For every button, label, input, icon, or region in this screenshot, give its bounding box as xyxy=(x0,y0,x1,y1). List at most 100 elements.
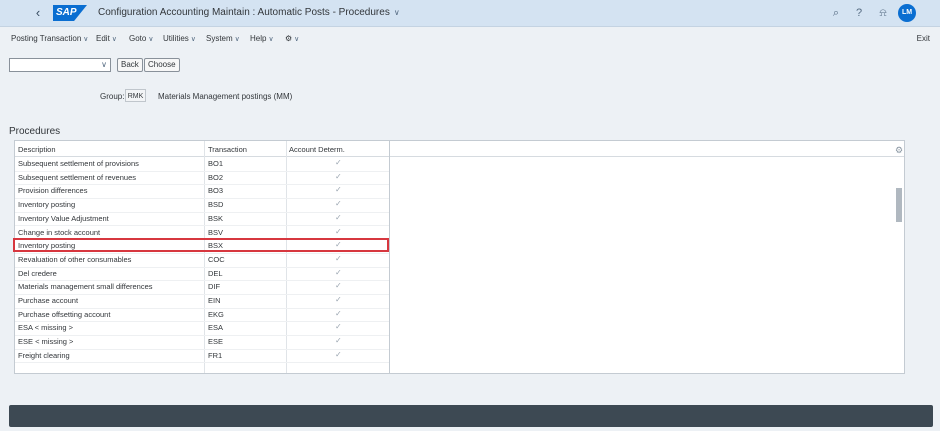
menu-utilities[interactable]: Utilities ∨ xyxy=(163,34,196,43)
checkbox-checked-icon[interactable]: ✓ xyxy=(335,254,342,263)
table-row[interactable]: Freight clearing FR1 ✓ xyxy=(15,349,389,364)
menu-label: Utilities xyxy=(163,34,189,43)
checkbox-checked-icon[interactable]: ✓ xyxy=(335,281,342,290)
table-row[interactable]: Purchase offsetting account EKG ✓ xyxy=(15,308,389,323)
menu-label: System xyxy=(206,34,233,43)
section-title: Procedures xyxy=(9,126,61,137)
cell-transaction: BO3 xyxy=(208,186,224,196)
cell-transaction: BO1 xyxy=(208,159,224,168)
exit-button[interactable]: Exit xyxy=(917,34,930,43)
cell-description: Inventory posting xyxy=(18,200,76,210)
table-row[interactable]: ESA < missing > ESA ✓ xyxy=(15,321,389,337)
highlight-box xyxy=(13,238,389,253)
table-row[interactable]: Revaluation of other consumables COC ✓ xyxy=(15,253,389,268)
checkbox-checked-icon[interactable]: ✓ xyxy=(335,268,342,277)
notification-bell-icon[interactable]: ⍾ xyxy=(876,6,890,20)
menu-edit[interactable]: Edit ∨ xyxy=(96,34,117,43)
table-row[interactable]: Provision differences BO3 ✓ xyxy=(15,184,389,200)
column-header-description[interactable]: Description xyxy=(18,145,56,154)
group-field[interactable]: RMK xyxy=(125,89,146,102)
cell-description: Revaluation of other consumables xyxy=(18,254,132,264)
choose-button[interactable]: Choose xyxy=(144,58,180,72)
cell-transaction: FR1 xyxy=(208,350,223,360)
chevron-down-icon: ∨ xyxy=(148,36,154,43)
column-header-transaction[interactable]: Transaction xyxy=(208,145,247,154)
checkbox-checked-icon[interactable]: ✓ xyxy=(335,185,342,194)
checkbox-checked-icon[interactable]: ✓ xyxy=(335,199,342,208)
scrollbar-thumb[interactable] xyxy=(896,188,902,222)
back-arrow-icon[interactable]: ‹ xyxy=(30,4,46,22)
chevron-down-icon: ∨ xyxy=(111,36,117,43)
table-header: Description Transaction Account Determ. xyxy=(15,141,904,157)
cell-transaction: DIF xyxy=(208,282,221,292)
cell-description: Provision differences xyxy=(18,186,88,196)
cell-transaction: COC xyxy=(208,254,225,264)
cell-description: Purchase offsetting account xyxy=(18,309,111,319)
table-row[interactable]: Subsequent settlement of revenues BO2 ✓ xyxy=(15,171,389,186)
chevron-down-icon: ∨ xyxy=(294,36,300,43)
checkbox-checked-icon[interactable]: ✓ xyxy=(335,350,342,359)
group-label: Group: xyxy=(100,92,125,101)
column-header-account-determ[interactable]: Account Determ. xyxy=(289,145,345,154)
checkbox-checked-icon[interactable]: ✓ xyxy=(335,309,342,318)
table-row[interactable]: Inventory posting BSD ✓ xyxy=(15,198,389,213)
chevron-down-icon: ∨ xyxy=(83,36,89,43)
cell-transaction: DEL xyxy=(208,268,223,278)
cell-transaction: BO2 xyxy=(208,172,224,182)
help-icon[interactable]: ? xyxy=(852,6,866,20)
page-title[interactable]: Configuration Accounting Maintain : Auto… xyxy=(98,7,400,18)
cell-description: ESE < missing > xyxy=(18,337,74,347)
sap-logo[interactable]: SAP xyxy=(53,5,87,21)
checkbox-checked-icon[interactable]: ✓ xyxy=(335,322,342,331)
cell-transaction: BSK xyxy=(208,213,224,223)
gear-icon: ⚙ xyxy=(285,34,293,43)
settings-menu[interactable]: ⚙ ∨ xyxy=(285,34,299,43)
search-icon[interactable]: ⌕ xyxy=(829,6,843,20)
group-description: Materials Management postings (MM) xyxy=(158,92,293,101)
table-row[interactable]: Del credere DEL ✓ xyxy=(15,267,389,282)
cell-transaction: BSV xyxy=(208,227,224,237)
table-row[interactable]: Materials management small differences DI… xyxy=(15,280,389,295)
procedures-table: Description Transaction Account Determ. … xyxy=(13,140,905,374)
chevron-down-icon: ∨ xyxy=(234,36,240,43)
back-button[interactable]: Back xyxy=(117,58,143,72)
cell-description: Change in stock account xyxy=(18,227,101,237)
cell-transaction: EKG xyxy=(208,309,224,319)
chevron-down-icon[interactable]: ∨ xyxy=(101,60,107,69)
avatar[interactable]: LM xyxy=(898,4,916,22)
cell-transaction: BSD xyxy=(208,200,224,210)
cell-transaction: EIN xyxy=(208,296,221,305)
cell-description: Purchase account xyxy=(18,296,79,305)
table-row[interactable]: ESE < missing > ESE ✓ xyxy=(15,335,389,350)
table-row[interactable]: Subsequent settlement of provisions BO1 ✓ xyxy=(15,157,389,172)
cell-transaction: ESE xyxy=(208,337,224,347)
menu-bar: Posting Transaction ∨ Edit ∨ Goto ∨ Utiliti… xyxy=(0,27,940,51)
menu-label: Goto xyxy=(129,34,147,43)
table-row[interactable]: Purchase account EIN ✓ xyxy=(15,294,389,309)
page-title-text: Configuration Accounting Maintain : Auto… xyxy=(98,7,390,18)
chevron-down-icon: ∨ xyxy=(268,36,274,43)
cell-description: Del credere xyxy=(18,268,57,278)
checkbox-checked-icon[interactable]: ✓ xyxy=(335,295,342,304)
menu-help[interactable]: Help ∨ xyxy=(250,34,274,43)
checkbox-checked-icon[interactable]: ✓ xyxy=(335,213,342,222)
table-row[interactable]: Inventory Value Adjustment BSK ✓ xyxy=(15,212,389,227)
status-bar xyxy=(9,405,933,427)
menu-label: Posting Transaction xyxy=(11,34,82,43)
menu-system[interactable]: System ∨ xyxy=(206,34,240,43)
checkbox-checked-icon[interactable]: ✓ xyxy=(335,172,342,181)
chevron-down-icon: ∨ xyxy=(190,36,196,43)
menu-label: Edit xyxy=(96,34,110,43)
cell-description: Subsequent settlement of revenues xyxy=(18,172,136,182)
cell-description: Freight clearing xyxy=(18,350,70,360)
checkbox-checked-icon[interactable]: ✓ xyxy=(335,227,342,236)
checkbox-checked-icon[interactable]: ✓ xyxy=(335,336,342,345)
command-field[interactable]: ∨ xyxy=(9,58,111,72)
menu-goto[interactable]: Goto ∨ xyxy=(129,34,153,43)
shell-header: ‹ SAP Configuration Accounting Maintain … xyxy=(0,0,940,27)
checkbox-checked-icon[interactable]: ✓ xyxy=(335,158,342,167)
cell-description: ESA < missing > xyxy=(18,323,74,333)
menu-label: Help xyxy=(250,34,267,43)
menu-posting-transaction[interactable]: Posting Transaction ∨ xyxy=(11,34,88,43)
table-settings-icon[interactable]: ⚙ xyxy=(895,145,903,156)
